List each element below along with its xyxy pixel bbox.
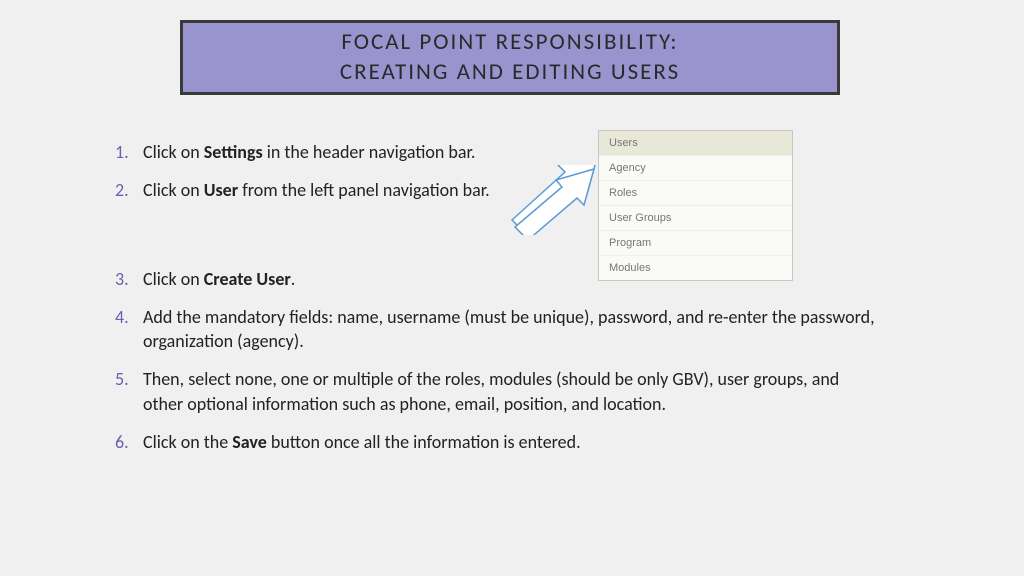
nav-menu-screenshot: Users Agency Roles User Groups Program M… <box>598 130 793 281</box>
menu-item-agency: Agency <box>599 156 792 181</box>
step-6: 6. Click on the Save button once all the… <box>115 430 875 454</box>
step-4: 4. Add the mandatory fields: name, usern… <box>115 305 875 354</box>
title-box: FOCAL POINT RESPONSIBILITY: CREATING AND… <box>180 20 840 95</box>
step-number: 3. <box>115 267 143 291</box>
step-text: Add the mandatory fields: name, username… <box>143 305 875 354</box>
step-number: 4. <box>115 305 143 329</box>
menu-item-user-groups: User Groups <box>599 206 792 231</box>
title-line2: CREATING AND EDITING USERS <box>340 58 680 86</box>
step-number: 6. <box>115 430 143 454</box>
step-number: 5. <box>115 367 143 391</box>
step-5: 5. Then, select none, one or multiple of… <box>115 367 875 416</box>
menu-item-modules: Modules <box>599 256 792 280</box>
menu-item-program: Program <box>599 231 792 256</box>
slide-title: FOCAL POINT RESPONSIBILITY: CREATING AND… <box>340 28 680 88</box>
menu-item-users: Users <box>599 131 792 156</box>
step-text: Then, select none, one or multiple of th… <box>143 367 875 416</box>
menu-item-roles: Roles <box>599 181 792 206</box>
title-line1: FOCAL POINT RESPONSIBILITY: <box>341 28 678 56</box>
step-number: 1. <box>115 140 143 164</box>
step-text: Click on the Save button once all the in… <box>143 430 875 454</box>
step-number: 2. <box>115 178 143 202</box>
